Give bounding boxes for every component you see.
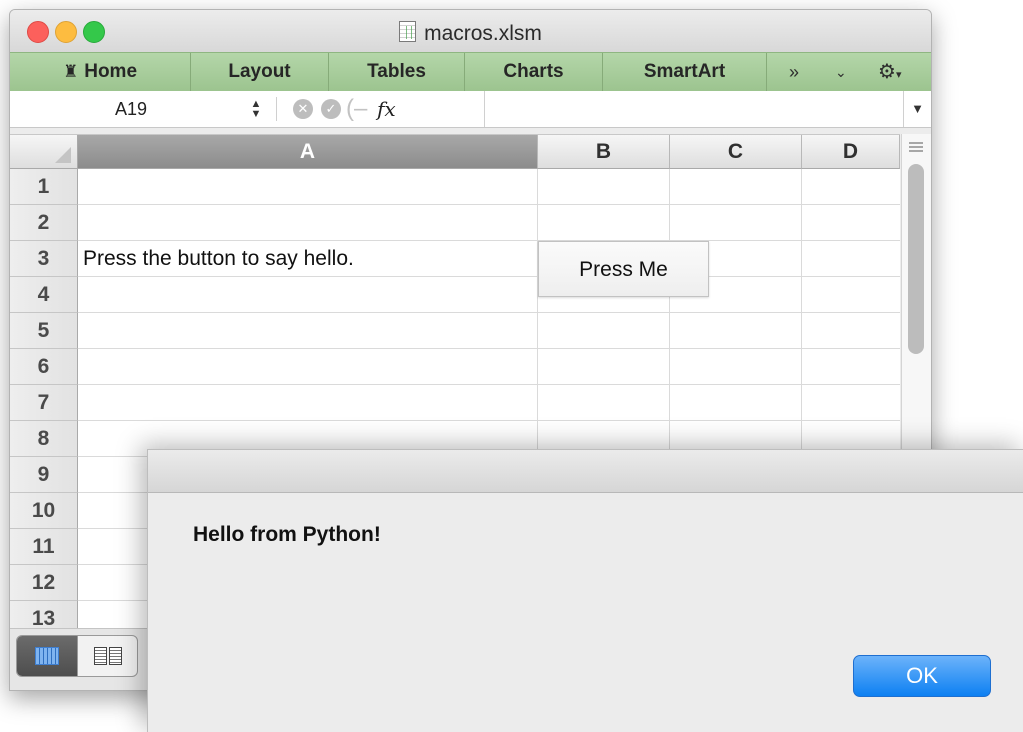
divider — [276, 97, 277, 121]
name-box[interactable]: A19 — [10, 91, 242, 127]
page-layout-view-icon — [94, 647, 107, 665]
chevron-double-right-icon[interactable]: » — [789, 53, 799, 91]
split-handle-icon[interactable] — [909, 142, 923, 152]
insert-function-paren-icon: (– — [346, 95, 368, 122]
normal-view-button[interactable] — [17, 636, 77, 676]
column-header-a[interactable]: A — [78, 135, 538, 169]
row-header-9[interactable]: 9 — [10, 457, 78, 493]
row-header-2[interactable]: 2 — [10, 205, 78, 241]
row-header-4[interactable]: 4 — [10, 277, 78, 313]
view-switcher — [16, 635, 138, 677]
formula-bar: A19 ▲ ▼ ✕ ✓ (– fx ▼ — [10, 91, 931, 128]
tab-layout-label: Layout — [228, 61, 291, 82]
normal-view-icon — [35, 647, 59, 665]
title-bar: macros.xlsm — [10, 10, 931, 52]
row-header-6[interactable]: 6 — [10, 349, 78, 385]
gridline — [78, 420, 900, 421]
ribbon-tabs: ♜ Home Layout Tables Charts SmartArt » ⌄ … — [10, 52, 931, 92]
tab-home-label: Home — [84, 61, 138, 82]
tab-charts[interactable]: Charts — [465, 53, 603, 91]
row-header-8[interactable]: 8 — [10, 421, 78, 457]
row-header-1[interactable]: 1 — [10, 169, 78, 205]
row-header-11[interactable]: 11 — [10, 529, 78, 565]
tab-tables[interactable]: Tables — [329, 53, 465, 91]
tab-home[interactable]: ♜ Home — [10, 53, 191, 91]
formula-dropdown-icon[interactable]: ▼ — [903, 91, 931, 127]
tab-smartart[interactable]: SmartArt — [603, 53, 767, 91]
column-header-d[interactable]: D — [802, 135, 900, 169]
row-header-3[interactable]: 3 — [10, 241, 78, 277]
column-header-b[interactable]: B — [538, 135, 670, 169]
press-me-button[interactable]: Press Me — [538, 241, 709, 297]
window-title: macros.xlsm — [424, 22, 542, 45]
page-layout-view-button[interactable] — [77, 636, 137, 676]
cancel-formula-icon[interactable]: ✕ — [293, 99, 313, 119]
window-title-wrap: macros.xlsm — [10, 21, 931, 46]
row-header-7[interactable]: 7 — [10, 385, 78, 421]
tab-tables-label: Tables — [367, 61, 426, 82]
row-header-13[interactable]: 13 — [10, 601, 78, 629]
confirm-formula-icon[interactable]: ✓ — [321, 99, 341, 119]
tab-layout[interactable]: Layout — [191, 53, 329, 91]
scroll-thumb[interactable] — [908, 164, 924, 354]
gridline — [78, 348, 900, 349]
cell-a3[interactable]: Press the button to say hello. — [83, 247, 354, 271]
home-icon: ♜ — [62, 62, 79, 81]
gridline — [78, 276, 900, 277]
page-layout-view-icon — [109, 647, 122, 665]
formula-input[interactable] — [484, 91, 901, 127]
row-header-10[interactable]: 10 — [10, 493, 78, 529]
row-header-12[interactable]: 12 — [10, 565, 78, 601]
chevron-down-icon[interactable]: ⌄ — [835, 53, 847, 91]
tab-smartart-label: SmartArt — [643, 61, 726, 82]
row-header-5[interactable]: 5 — [10, 313, 78, 349]
gear-icon[interactable]: ⚙▾ — [878, 53, 901, 91]
gridline — [78, 204, 900, 205]
tab-charts-label: Charts — [503, 61, 564, 82]
spreadsheet-file-icon — [399, 21, 417, 42]
alert-dialog: Hello from Python! OK — [147, 449, 1023, 732]
ok-button[interactable]: OK — [853, 655, 991, 697]
column-header-c[interactable]: C — [670, 135, 802, 169]
name-box-stepper-icon[interactable]: ▲ ▼ — [248, 99, 264, 120]
gridline — [78, 384, 900, 385]
dialog-message: Hello from Python! — [193, 523, 381, 546]
gridline — [78, 312, 900, 313]
fx-icon[interactable]: fx — [377, 97, 396, 121]
select-all-corner[interactable] — [10, 135, 78, 169]
gridline — [78, 240, 900, 241]
dialog-title-bar — [148, 450, 1023, 493]
